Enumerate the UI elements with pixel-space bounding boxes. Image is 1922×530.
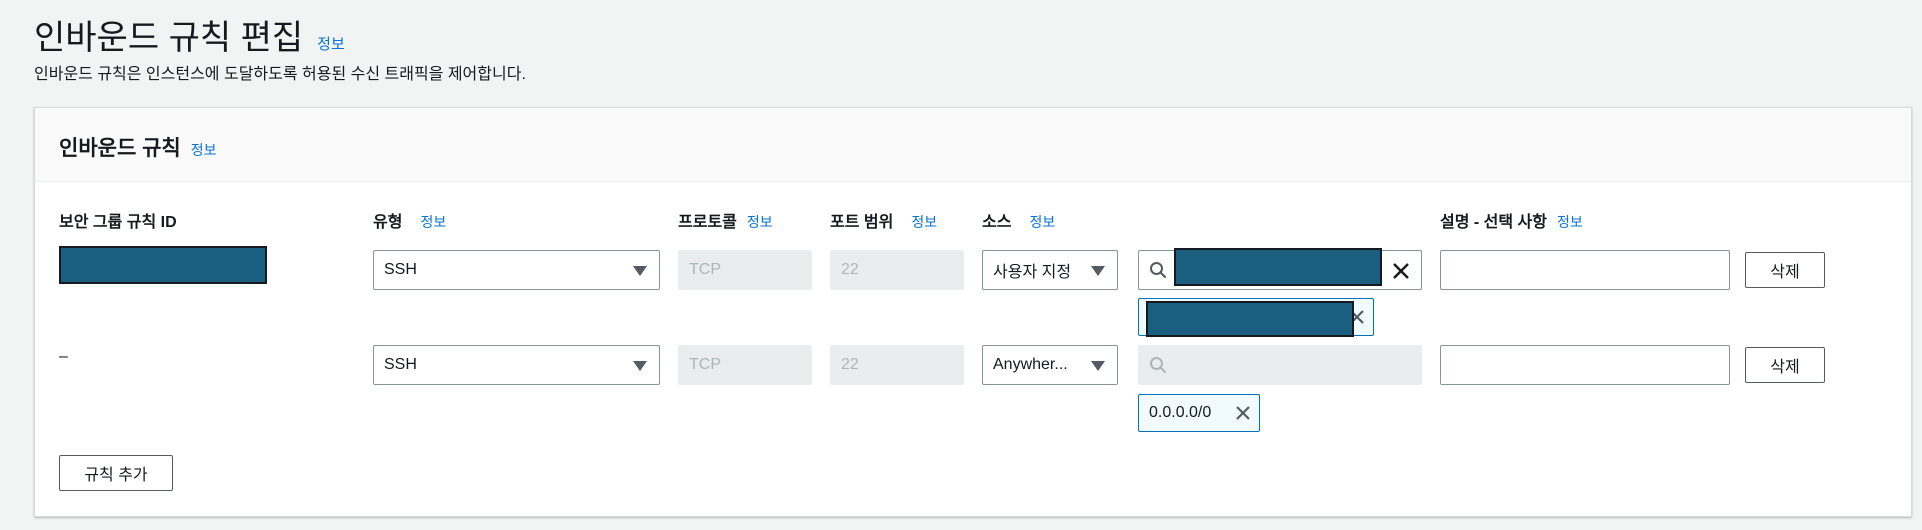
source-search-redacted — [1174, 248, 1382, 286]
caret-down-icon — [1091, 266, 1105, 276]
rule-id-empty: – — [59, 348, 68, 365]
source-token-redacted — [1146, 301, 1354, 337]
column-type-label: 유형 — [373, 214, 403, 231]
column-protocol: 프로토콜 정보 — [678, 208, 773, 232]
column-rule-id: 보안 그룹 규칙 ID — [59, 208, 177, 232]
protocol-field: TCP — [678, 345, 812, 385]
column-source: 소스 정보 — [982, 208, 1055, 232]
column-type: 유형 정보 — [373, 208, 446, 232]
caret-down-icon — [633, 361, 647, 371]
protocol-field: TCP — [678, 250, 812, 290]
type-select-value: SSH — [384, 261, 417, 278]
source-token: 0.0.0.0/0 — [1138, 394, 1260, 432]
source-token-value: 0.0.0.0/0 — [1149, 404, 1212, 421]
page-title: 인바운드 규칙 편집 정보 — [34, 10, 345, 59]
page-description: 인바운드 규칙은 인스턴스에 도달하도록 허용된 수신 트래픽을 제어합니다. — [34, 66, 526, 83]
panel-title-text: 인바운드 규칙 — [59, 137, 181, 160]
source-select[interactable]: 사용자 지정 — [982, 250, 1118, 290]
column-description: 설명 - 선택 사항 정보 — [1440, 208, 1583, 232]
panel-header: 인바운드 규칙 정보 — [35, 108, 1911, 182]
search-icon — [1150, 357, 1167, 374]
search-icon — [1150, 262, 1167, 279]
column-port-range-label: 포트 범위 — [830, 214, 894, 231]
source-select-value: Anywher... — [993, 356, 1068, 373]
column-rule-id-label: 보안 그룹 규칙 ID — [59, 214, 177, 231]
type-select[interactable]: SSH — [373, 250, 660, 290]
inbound-rules-panel: 인바운드 규칙 정보 보안 그룹 규칙 ID 유형 정보 프로토콜 정보 포트 … — [34, 107, 1912, 517]
panel-title-info-link[interactable]: 정보 — [191, 140, 217, 160]
port-range-field: 22 — [830, 250, 964, 290]
column-protocol-label: 프로토콜 — [678, 214, 737, 231]
type-select[interactable]: SSH — [373, 345, 660, 385]
source-select-value: 사용자 지정 — [993, 264, 1072, 281]
source-search-input — [1138, 345, 1422, 385]
column-source-label: 소스 — [982, 214, 1012, 231]
type-select-value: SSH — [384, 356, 417, 373]
column-source-info-link[interactable]: 정보 — [1029, 212, 1055, 232]
column-protocol-info-link[interactable]: 정보 — [747, 212, 773, 232]
column-type-info-link[interactable]: 정보 — [420, 212, 446, 232]
page-title-text: 인바운드 규칙 편집 — [34, 19, 304, 57]
column-port-range: 포트 범위 정보 — [830, 208, 937, 232]
description-input[interactable] — [1440, 345, 1730, 385]
rule-id-redacted — [59, 246, 267, 284]
caret-down-icon — [633, 266, 647, 276]
caret-down-icon — [1091, 361, 1105, 371]
remove-token-icon[interactable] — [1233, 403, 1253, 423]
delete-button[interactable]: 삭제 — [1745, 252, 1825, 288]
clear-icon[interactable] — [1391, 261, 1411, 281]
column-description-info-link[interactable]: 정보 — [1557, 212, 1583, 232]
add-rule-button[interactable]: 규칙 추가 — [59, 455, 173, 491]
port-range-field: 22 — [830, 345, 964, 385]
description-input[interactable] — [1440, 250, 1730, 290]
delete-button[interactable]: 삭제 — [1745, 347, 1825, 383]
source-select[interactable]: Anywher... — [982, 345, 1118, 385]
panel-title: 인바운드 규칙 정보 — [59, 132, 217, 162]
page-title-info-link[interactable]: 정보 — [317, 33, 345, 54]
column-port-range-info-link[interactable]: 정보 — [911, 212, 937, 232]
column-description-label: 설명 - 선택 사항 — [1440, 214, 1547, 231]
